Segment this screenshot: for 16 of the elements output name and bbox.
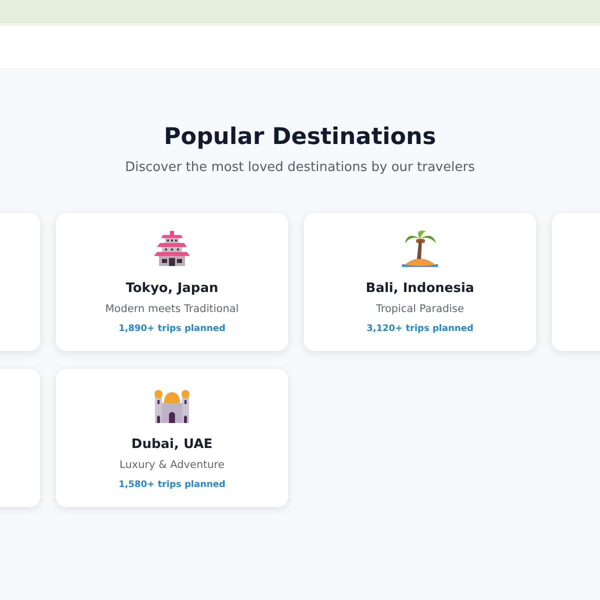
destination-card[interactable]: Bali, Indonesia Tropical Paradise 3,120+ trips planned: [304, 213, 536, 351]
destination-name: Bali, Indonesia: [366, 281, 474, 296]
destination-card[interactable]: Dubai, UAE Luxury & Adventure 1,580+ trips planned: [56, 369, 288, 507]
palm-tree-island-icon: [400, 229, 440, 269]
destination-name: Dubai, UAE: [131, 437, 213, 452]
destination-tagline: Tropical Paradise: [376, 303, 464, 315]
section-title: Popular Destinations: [162, 123, 438, 152]
section-subtitle: Discover the most loved destinations by our travelers: [124, 160, 476, 175]
pagoda-icon: [152, 229, 192, 269]
trips-count: 1,580+ trips planned: [118, 480, 226, 490]
trips-count: 3,120+ trips planned: [366, 324, 474, 334]
destination-name: Tokyo, Japan: [126, 281, 218, 296]
destination-card[interactable]: Tokyo, Japan Modern meets Traditional 1,890+ trips planned: [56, 213, 288, 351]
destination-tagline: Luxury & Adventure: [120, 459, 224, 471]
trips-count: 1,890+ trips planned: [118, 324, 226, 334]
destination-tagline: Modern meets Traditional: [105, 303, 239, 315]
